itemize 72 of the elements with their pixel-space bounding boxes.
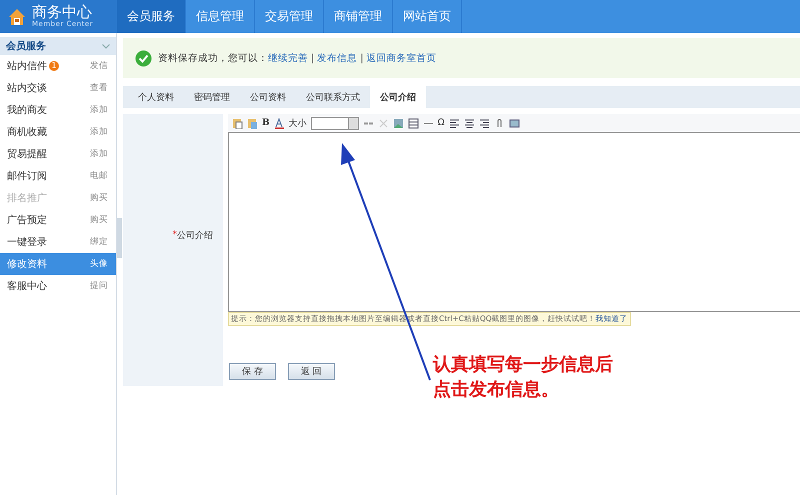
logo-title: 商务中心: [32, 5, 92, 20]
save-button[interactable]: 保 存: [229, 362, 276, 380]
item-label: 客服中心: [7, 280, 47, 293]
table-icon[interactable]: [408, 118, 419, 128]
sidebar-item[interactable]: 一键登录 绑定: [0, 231, 116, 253]
item-label: 邮件订阅: [7, 170, 47, 183]
notice-link[interactable]: 发布信息: [317, 52, 358, 64]
link-separator: |: [311, 52, 314, 64]
item-label: 站内信件: [7, 60, 47, 73]
nav-tab[interactable]: 会员服务: [117, 0, 186, 33]
sidebar-item[interactable]: 客服中心 提问: [0, 275, 116, 297]
sidebar-item[interactable]: 我的商友 添加: [0, 99, 116, 121]
paste-icon[interactable]: [232, 118, 243, 128]
nav-tab[interactable]: 商铺管理: [324, 0, 393, 33]
special-char-button[interactable]: Ω: [438, 118, 444, 128]
sidebar-header[interactable]: 会员服务: [0, 37, 116, 55]
nav-tab[interactable]: 交易管理: [255, 0, 324, 33]
tab[interactable]: 公司资料: [240, 86, 296, 108]
sidebar-title: 会员服务: [6, 40, 46, 53]
item-label: 贸易提醒: [7, 148, 47, 161]
house-icon: [8, 8, 26, 26]
tab[interactable]: 公司介绍: [370, 86, 426, 108]
field-label: *公司介绍: [123, 114, 223, 356]
item-action-link[interactable]: 购买: [90, 214, 108, 226]
item-label: 商机收藏: [7, 126, 47, 139]
item-action-link[interactable]: 电邮: [90, 170, 108, 182]
tab[interactable]: 公司联系方式: [296, 86, 370, 108]
count-badge: 1: [49, 61, 59, 71]
item-label: 排名推广: [7, 192, 47, 205]
annotation-text: 认真填写每一步信息后: [433, 353, 613, 377]
bold-button[interactable]: B: [262, 118, 270, 128]
nav-tab[interactable]: 信息管理: [186, 0, 255, 33]
item-label: 站内交谈: [7, 82, 47, 95]
align-right-icon[interactable]: [478, 118, 490, 128]
align-left-icon[interactable]: [448, 118, 460, 128]
tab[interactable]: 密码管理: [184, 86, 240, 108]
link-separator: |: [360, 52, 364, 64]
preview-icon[interactable]: [508, 118, 520, 128]
align-center-icon[interactable]: [464, 118, 474, 128]
item-action-link[interactable]: 绑定: [90, 236, 108, 248]
item-label: 修改资料: [7, 258, 47, 271]
sidebar-item[interactable]: 邮件订阅 电邮: [0, 165, 116, 187]
item-action-link[interactable]: 添加: [90, 126, 108, 138]
sidebar-item[interactable]: 修改资料 头像: [0, 253, 116, 275]
item-label: 广告预定: [7, 214, 47, 227]
check-icon: [135, 50, 152, 66]
font-color-icon[interactable]: [274, 118, 285, 128]
item-action-link[interactable]: 查看: [90, 82, 108, 94]
item-action-link[interactable]: 添加: [90, 104, 108, 116]
font-size-label: 大小: [288, 118, 307, 130]
success-message: 资料保存成功，您可以：: [158, 52, 268, 64]
notice-link[interactable]: 返回商务室首页: [366, 52, 436, 64]
sidebar-item[interactable]: 站内信件 1 发信: [0, 55, 116, 77]
annotation-text: 点击发布信息。: [433, 378, 560, 402]
sidebar-item[interactable]: 站内交谈 查看: [0, 77, 116, 99]
font-size-select[interactable]: [310, 116, 359, 130]
tab[interactable]: 个人资料: [128, 86, 184, 108]
nav-tab[interactable]: 网站首页: [393, 0, 462, 33]
notice-link[interactable]: 继续完善: [268, 52, 308, 64]
chevron-icon: [102, 44, 110, 48]
item-label: 我的商友: [7, 104, 47, 117]
image-icon[interactable]: [392, 118, 404, 128]
sidebar-item[interactable]: 广告预定 购买: [0, 209, 116, 231]
back-button[interactable]: 返 回: [288, 362, 335, 380]
item-action-link[interactable]: 发信: [90, 60, 108, 72]
collapse-handle[interactable]: [117, 218, 122, 258]
sidebar-item[interactable]: 商机收藏 添加: [0, 121, 116, 143]
sidebar-item[interactable]: 贸易提醒 添加: [0, 143, 116, 165]
item-action-link[interactable]: 提问: [90, 280, 108, 292]
item-action-link[interactable]: 添加: [90, 148, 108, 160]
item-action-link[interactable]: 头像: [90, 258, 108, 270]
item-label: 一键登录: [7, 236, 47, 249]
